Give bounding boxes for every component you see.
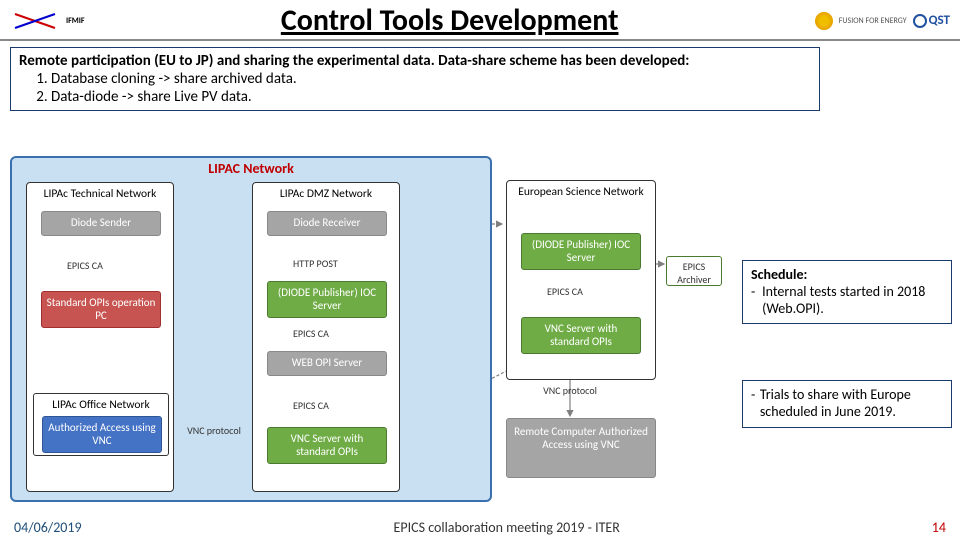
epics-ca-label-1: EPICS CA [67,259,103,272]
fusion-for-energy-icon [815,12,833,30]
header-left-logos: IFMIF [10,6,85,36]
diode-sender-node: Diode Sender [41,211,161,236]
trials-item: Trials to share with Europe scheduled in… [760,387,943,421]
footer-date: 04/06/2019 [14,519,82,536]
trials-box: -Trials to share with Europe scheduled i… [742,380,952,428]
f4e-text: FUSION FOR ENERGY [839,17,907,25]
vnc-server-dmz-node: VNC Server with standard OPIs [267,427,387,464]
diode-publisher-dmz-node: (DIODE Publisher) IOC Server [267,281,387,318]
office-network-title: LIPAc Office Network [36,396,166,414]
authorized-access-node: Authorized Access using VNC [42,416,162,453]
footer-center-text: EPICS collaboration meeting 2019 - ITER [394,519,620,536]
slide-header: IFMIF Control Tools Development FUSION F… [0,0,960,41]
lipac-network-title: LIPAC Network [12,160,490,177]
col1-title: LIPAc Technical Network [27,183,173,205]
remote-computer-node: Remote Computer Authorized Access using … [506,418,656,478]
network-diagram: LIPAC Network LIPAc Technical Network Di… [10,156,730,502]
slide-footer: 04/06/2019 EPICS collaboration meeting 2… [0,519,960,536]
col2-title: LIPAc DMZ Network [253,183,399,205]
diode-publisher-euro-node: (DIODE Publisher) IOC Server [521,233,641,270]
intro-item-1: Database cloning -> share archived data. [51,70,811,88]
lipac-technical-network-box: LIPAc Technical Network Diode Sender EPI… [26,182,174,492]
standard-opi-node: Standard OPIs operation PC [41,291,161,328]
intro-item-2: Data-diode -> share Live PV data. [51,88,811,106]
vnc-protocol-label-1: VNC protocol [184,424,244,437]
epics-ca-label-3: EPICS CA [293,399,329,412]
european-science-network-box: European Science Network (DIODE Publishe… [506,180,656,380]
schedule-title: Schedule: [751,267,943,284]
schedule-item-1: Internal tests started in 2018 (Web.OPI)… [762,284,943,318]
header-right-logos: FUSION FOR ENERGY QST [815,12,950,30]
ifmif-logo-text: IFMIF [66,17,85,25]
diode-receiver-node: Diode Receiver [267,211,387,236]
http-post-label: HTTP POST [293,257,338,270]
epics-archiver-node: EPICS Archiver [666,256,722,286]
office-network-box: LIPAc Office Network Authorized Access u… [33,393,169,456]
lipac-network-container: LIPAC Network LIPAc Technical Network Di… [10,156,492,502]
slide-title: Control Tools Development [85,2,815,39]
qst-logo-icon: QST [913,13,950,28]
schedule-box: Schedule: -Internal tests started in 201… [742,260,952,324]
footer-page-number: 14 [932,519,946,536]
intro-description-box: Remote participation (EU to JP) and shar… [10,47,820,111]
lipac-dmz-network-box: LIPAc DMZ Network Diode Receiver HTTP PO… [252,182,400,492]
euro-title: European Science Network [507,181,655,203]
epics-ca-label-2: EPICS CA [293,327,329,340]
intro-lead-text: Remote participation (EU to JP) and shar… [19,52,811,70]
web-opi-server-node: WEB OPI Server [267,351,387,376]
ifmif-logo-icon [10,6,60,36]
epics-ca-label-4: EPICS CA [547,285,583,298]
vnc-protocol-label-2: VNC protocol [530,384,610,397]
vnc-server-euro-node: VNC Server with standard OPIs [521,317,641,354]
